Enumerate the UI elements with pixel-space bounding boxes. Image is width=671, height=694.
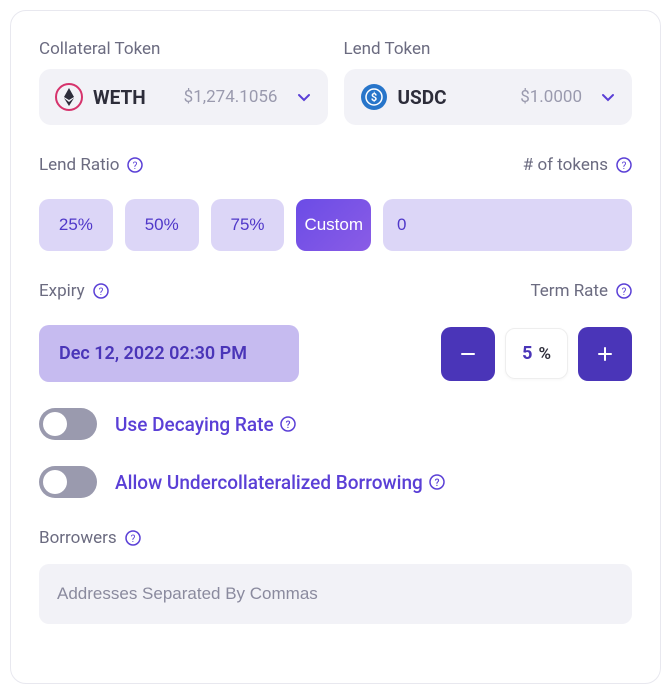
rate-controls: 5 % xyxy=(441,327,632,381)
svg-text:?: ? xyxy=(285,420,290,431)
rate-value: 5 xyxy=(522,343,532,364)
ratio-custom[interactable]: Custom xyxy=(296,199,371,251)
help-icon[interactable]: ? xyxy=(616,283,632,299)
rate-display: 5 % xyxy=(505,328,568,379)
lend-ratio-header: Lend Ratio ? # of tokens ? xyxy=(39,155,632,185)
help-icon[interactable]: ? xyxy=(616,157,632,173)
decaying-rate-label: Use Decaying Rate ? xyxy=(115,413,296,436)
ratio-25[interactable]: 25% xyxy=(39,199,113,251)
decaying-rate-toggle[interactable] xyxy=(39,408,97,440)
chevron-down-icon xyxy=(600,89,616,105)
lend-col: Lend Token $ USDC $1.0000 xyxy=(344,39,633,125)
svg-text:$: $ xyxy=(370,91,376,104)
lend-label: Lend Token xyxy=(344,39,633,59)
lend-ratio-section: Lend Ratio ? # of tokens ? 25% 50% 75% C… xyxy=(39,155,632,251)
help-icon[interactable]: ? xyxy=(127,157,143,173)
ratio-75[interactable]: 75% xyxy=(211,199,285,251)
term-rate-label: Term Rate xyxy=(530,281,608,301)
undercollat-toggle[interactable] xyxy=(39,466,97,498)
borrowers-label-row: Borrowers ? xyxy=(39,528,632,548)
collateral-label: Collateral Token xyxy=(39,39,328,59)
svg-text:?: ? xyxy=(133,161,138,172)
undercollat-row: Allow Undercollateralized Borrowing ? xyxy=(39,466,632,498)
lend-symbol: USDC xyxy=(398,86,447,109)
expiry-row: Dec 12, 2022 02:30 PM 5 % xyxy=(39,325,632,382)
create-pool-form: Collateral Token WETH $1,274.1056 Lend T… xyxy=(10,10,661,684)
chevron-down-icon xyxy=(296,89,312,105)
rate-increment-button[interactable] xyxy=(578,327,632,381)
help-icon[interactable]: ? xyxy=(125,530,141,546)
tokens-label-row: # of tokens ? xyxy=(523,155,632,175)
borrowers-section: Borrowers ? xyxy=(39,528,632,624)
lend-price: $1.0000 xyxy=(520,87,582,107)
rate-unit: % xyxy=(538,344,551,364)
tokens-input[interactable] xyxy=(383,199,632,251)
lend-ratio-label-row: Lend Ratio ? xyxy=(39,155,143,175)
toggle-knob xyxy=(43,470,67,494)
toggle-knob xyxy=(43,412,67,436)
expiry-header: Expiry ? Term Rate ? xyxy=(39,281,632,311)
lend-token-select[interactable]: $ USDC $1.0000 xyxy=(344,69,633,125)
usdc-icon: $ xyxy=(360,83,388,111)
tokens-label: # of tokens xyxy=(523,155,608,175)
undercollat-text: Allow Undercollateralized Borrowing xyxy=(115,471,423,494)
expiry-section: Expiry ? Term Rate ? Dec 12, 2022 02:30 … xyxy=(39,281,632,382)
ratio-buttons: 25% 50% 75% Custom xyxy=(39,199,632,251)
lend-ratio-label: Lend Ratio xyxy=(39,155,119,175)
svg-text:?: ? xyxy=(622,287,627,298)
undercollat-label: Allow Undercollateralized Borrowing ? xyxy=(115,471,445,494)
expiry-label-row: Expiry ? xyxy=(39,281,109,301)
term-rate-label-row: Term Rate ? xyxy=(530,281,632,301)
token-row: Collateral Token WETH $1,274.1056 Lend T… xyxy=(39,39,632,125)
svg-text:?: ? xyxy=(98,287,103,298)
help-icon[interactable]: ? xyxy=(429,474,445,490)
borrowers-label: Borrowers xyxy=(39,528,117,548)
help-icon[interactable]: ? xyxy=(93,283,109,299)
ratio-50[interactable]: 50% xyxy=(125,199,199,251)
collateral-symbol: WETH xyxy=(93,86,146,109)
collateral-token-select[interactable]: WETH $1,274.1056 xyxy=(39,69,328,125)
weth-icon xyxy=(55,83,83,111)
svg-text:?: ? xyxy=(434,478,439,489)
rate-decrement-button[interactable] xyxy=(441,327,495,381)
svg-text:?: ? xyxy=(130,534,135,545)
expiry-datetime-field[interactable]: Dec 12, 2022 02:30 PM xyxy=(39,325,299,382)
help-icon[interactable]: ? xyxy=(280,416,296,432)
collateral-price: $1,274.1056 xyxy=(184,87,278,107)
borrowers-input[interactable] xyxy=(39,564,632,624)
svg-text:?: ? xyxy=(622,161,627,172)
collateral-col: Collateral Token WETH $1,274.1056 xyxy=(39,39,328,125)
decaying-rate-text: Use Decaying Rate xyxy=(115,413,274,436)
expiry-label: Expiry xyxy=(39,281,85,301)
decaying-rate-row: Use Decaying Rate ? xyxy=(39,408,632,440)
